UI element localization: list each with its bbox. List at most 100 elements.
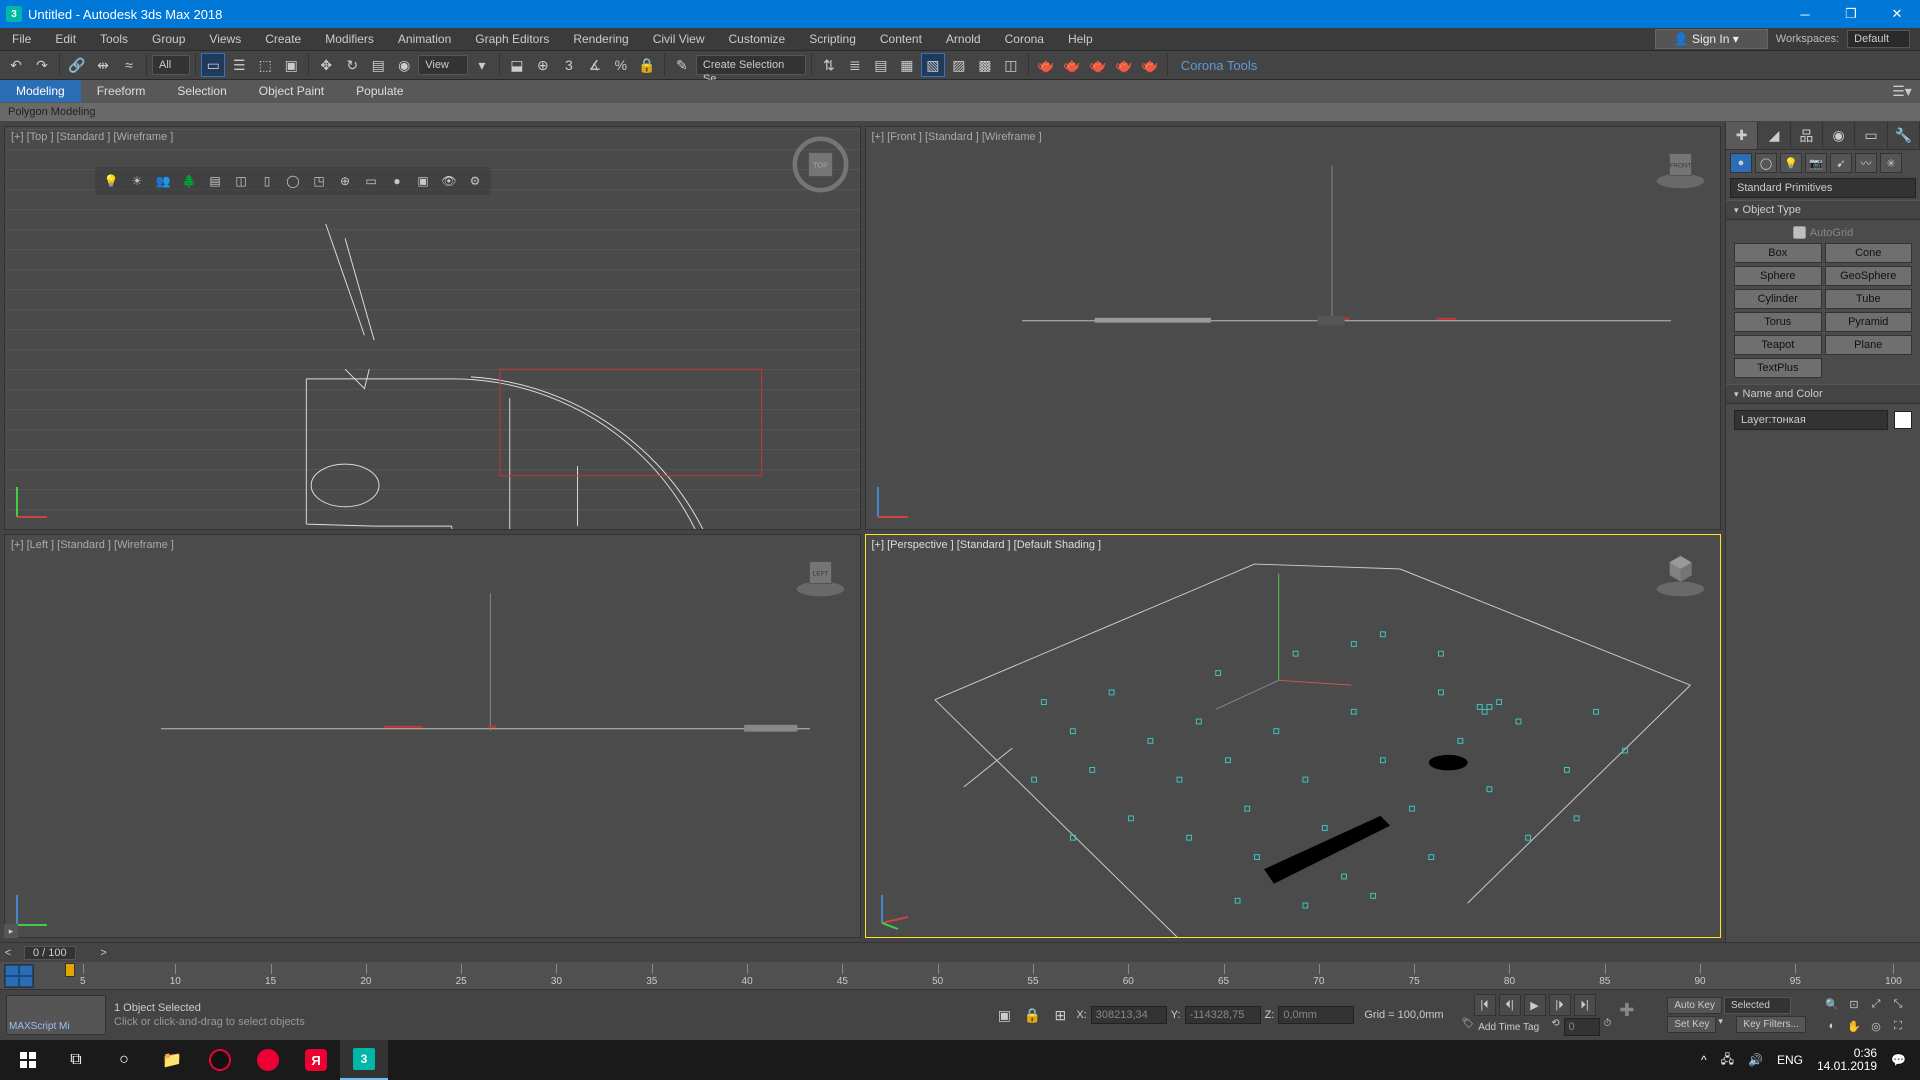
vtb-snap-icon[interactable]: ⊕ (335, 171, 355, 191)
material-editor[interactable]: ▩ (973, 53, 997, 77)
object-name-field[interactable]: Layer:тонкая (1734, 410, 1888, 430)
manip-button[interactable]: ⬓ (505, 53, 529, 77)
viewcube-left[interactable]: LEFT (793, 545, 848, 600)
cp-lights-icon[interactable]: 💡 (1780, 153, 1802, 173)
viewport-label-persp[interactable]: [+] [Perspective ] [Standard ] [Default … (872, 539, 1102, 551)
menu-content[interactable]: Content (868, 28, 934, 50)
render-online[interactable]: 🫖 (1138, 53, 1162, 77)
btn-pyramid[interactable]: Pyramid (1825, 312, 1913, 332)
cp-tab-hierarchy[interactable]: 品 (1791, 122, 1823, 149)
minimize-button[interactable]: ─ (1782, 0, 1828, 28)
layer-explorer[interactable]: ▤ (869, 53, 893, 77)
prev-frame[interactable]: ⏴| (1499, 994, 1521, 1016)
tray-clock[interactable]: 0:36 14.01.2019 (1817, 1047, 1877, 1073)
current-frame[interactable]: 0 (1564, 1018, 1600, 1036)
placement-button[interactable]: ◉ (392, 53, 416, 77)
btn-cone[interactable]: Cone (1825, 243, 1913, 263)
add-timetag[interactable]: Add Time Tag (1478, 1022, 1539, 1033)
menu-views[interactable]: Views (197, 28, 253, 50)
redo-button[interactable]: ↷ (30, 53, 54, 77)
menu-modifiers[interactable]: Modifiers (313, 28, 386, 50)
maxscript-mini[interactable]: MAXScript Mi (6, 995, 106, 1035)
selection-filter[interactable]: All (152, 55, 190, 75)
setkey-button[interactable]: Set Key (1667, 1016, 1716, 1033)
cp-tab-utilities[interactable]: 🔧 (1888, 122, 1920, 149)
ref-coord-dropdown[interactable]: View (418, 55, 468, 75)
menu-tools[interactable]: Tools (88, 28, 140, 50)
vtb-sun-icon[interactable]: ☀ (127, 171, 147, 191)
vtb-light-icon[interactable]: 💡 (101, 171, 121, 191)
coord-x[interactable]: 308213,34 (1091, 1006, 1167, 1024)
vtb-rec-icon[interactable]: ● (387, 171, 407, 191)
render-prod[interactable]: 🫖 (1060, 53, 1084, 77)
render-setup[interactable]: ◫ (999, 53, 1023, 77)
cp-space-icon[interactable]: 〰 (1855, 153, 1877, 173)
time-ruler[interactable]: 5101520253035404550556065707580859095100 (0, 962, 1920, 990)
render-frame[interactable]: 🫖 (1034, 53, 1058, 77)
opera-icon[interactable] (244, 1040, 292, 1080)
menu-corona[interactable]: Corona (993, 28, 1056, 50)
percent-snap[interactable]: % (609, 53, 633, 77)
timetag-icon[interactable]: 🏷 (1462, 1018, 1475, 1036)
viewcube-top[interactable]: TOP (793, 137, 848, 192)
menu-edit[interactable]: Edit (43, 28, 88, 50)
coord-z[interactable]: 0,0mm (1278, 1006, 1354, 1024)
scene-explorer-toggle[interactable]: ▸ (4, 924, 18, 938)
orbit-icon[interactable]: ◎ (1866, 1016, 1886, 1036)
vtb-list-icon[interactable]: ▤ (205, 171, 225, 191)
viewport-label-left[interactable]: [+] [Left ] [Standard ] [Wireframe ] (11, 539, 174, 551)
rollout-objecttype[interactable]: Object Type (1726, 200, 1920, 220)
btn-textplus[interactable]: TextPlus (1734, 358, 1822, 378)
move-button[interactable]: ✥ (314, 53, 338, 77)
menu-help[interactable]: Help (1056, 28, 1105, 50)
cortana-icon[interactable]: ○ (100, 1040, 148, 1080)
vtb-view-icon[interactable]: ◫ (231, 171, 251, 191)
key-target-dd[interactable]: Selected (1724, 997, 1791, 1014)
vtb-cam-icon[interactable]: ▯ (257, 171, 277, 191)
object-color-swatch[interactable] (1894, 411, 1912, 429)
btn-sphere[interactable]: Sphere (1734, 266, 1822, 286)
rect-region-button[interactable]: ⬚ (253, 53, 277, 77)
align-button[interactable]: ≣ (843, 53, 867, 77)
next-frame[interactable]: |⏵ (1549, 994, 1571, 1016)
vtb-trees-icon[interactable]: 🌲 (179, 171, 199, 191)
edit-sel-set[interactable]: ✎ (670, 53, 694, 77)
set-key-big[interactable]: ✚ (1619, 1000, 1649, 1030)
btn-box[interactable]: Box (1734, 243, 1822, 263)
cp-tab-motion[interactable]: ◉ (1823, 122, 1855, 149)
btn-teapot[interactable]: Teapot (1734, 335, 1822, 355)
tray-notif-icon[interactable]: 💬 (1891, 1053, 1906, 1067)
ribbon-menu-icon[interactable]: ☰▾ (1890, 79, 1914, 103)
cp-tab-modify[interactable]: ◢ (1758, 122, 1790, 149)
goto-start[interactable]: |⏴ (1474, 994, 1496, 1016)
viewport-layout-toggle[interactable] (4, 964, 34, 988)
cp-geo-icon[interactable]: ● (1730, 153, 1752, 173)
pan-icon[interactable]: ✋ (1844, 1016, 1864, 1036)
select-object-button[interactable]: ▭ (201, 53, 225, 77)
close-button[interactable]: ✕ (1874, 0, 1920, 28)
cp-shapes-icon[interactable]: ◯ (1755, 153, 1777, 173)
menu-civilview[interactable]: Civil View (641, 28, 717, 50)
time-next[interactable]: > (96, 947, 112, 959)
angle-snap[interactable]: ∡ (583, 53, 607, 77)
cp-tab-display[interactable]: ▭ (1855, 122, 1887, 149)
btn-torus[interactable]: Torus (1734, 312, 1822, 332)
zoom-all-icon[interactable]: ⊡ (1844, 994, 1864, 1014)
viewcube-front[interactable]: FRONT (1653, 137, 1708, 192)
tray-vol-icon[interactable]: 🔊 (1748, 1053, 1763, 1067)
mirror-button[interactable]: ⇅ (817, 53, 841, 77)
zoom-icon[interactable]: 🔍 (1822, 994, 1842, 1014)
viewport-label-top[interactable]: [+] [Top ] [Standard ] [Wireframe ] (11, 131, 173, 143)
btn-tube[interactable]: Tube (1825, 289, 1913, 309)
render-iter[interactable]: 🫖 (1086, 53, 1110, 77)
tab-objectpaint[interactable]: Object Paint (243, 80, 340, 102)
schematic-view[interactable]: ▨ (947, 53, 971, 77)
curve-editor[interactable]: ▧ (921, 53, 945, 77)
yandex-icon[interactable]: Я (292, 1040, 340, 1080)
snap-toggle[interactable]: 3 (557, 53, 581, 77)
vtb-orbit-icon[interactable]: ◯ (283, 171, 303, 191)
select-name-button[interactable]: ☰ (227, 53, 251, 77)
unlink-button[interactable]: ⇹ (91, 53, 115, 77)
vtb-eye-icon[interactable]: 👁 (439, 171, 459, 191)
abs-rel-icon[interactable]: ⊞ (1048, 1003, 1072, 1027)
